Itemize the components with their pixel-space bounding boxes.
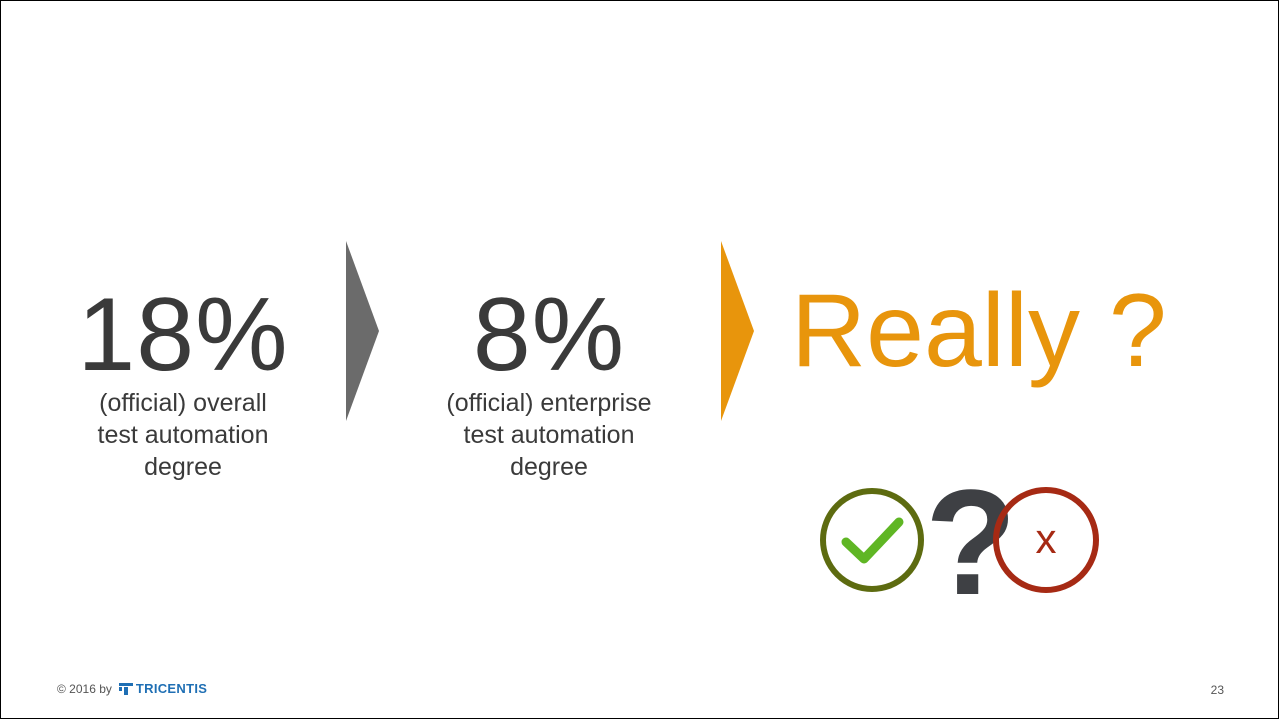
- stat-overall-automation: 18% (official) overall test automation d…: [77, 283, 289, 483]
- tricentis-logo: TRICENTIS: [118, 681, 208, 696]
- stat-overall-value: 18%: [77, 277, 289, 393]
- caption-line: test automation: [97, 421, 269, 449]
- caption-line: (official) enterprise: [446, 389, 652, 417]
- copyright-text: © 2016 by: [57, 681, 112, 696]
- chevron-right-icon: [346, 241, 379, 421]
- check-circle-icon: [820, 488, 924, 592]
- stat-overall-caption: (official) overall test automation degre…: [77, 387, 289, 483]
- caption-line: degree: [144, 453, 222, 481]
- x-mark: x: [1035, 515, 1057, 562]
- caption-line: degree: [510, 453, 588, 481]
- footer-copyright: © 2016 by TRICENTIS: [57, 681, 207, 696]
- caption-line: (official) overall: [99, 389, 267, 417]
- x-circle-icon: x: [993, 487, 1099, 593]
- stat-enterprise-caption: (official) enterprise test automation de…: [433, 387, 665, 483]
- tricentis-logo-icon: [118, 682, 133, 695]
- page-number: 23: [1210, 683, 1224, 697]
- chevron-right-icon: [721, 241, 754, 421]
- stat-enterprise-value: 8%: [472, 277, 626, 393]
- stat-enterprise-automation: 8% (official) enterprise test automation…: [433, 283, 665, 483]
- slide: 18% (official) overall test automation d…: [0, 0, 1279, 719]
- logo-text: TRICENTIS: [135, 681, 208, 696]
- headline-really: Really ?: [791, 273, 1167, 389]
- caption-line: test automation: [463, 421, 635, 449]
